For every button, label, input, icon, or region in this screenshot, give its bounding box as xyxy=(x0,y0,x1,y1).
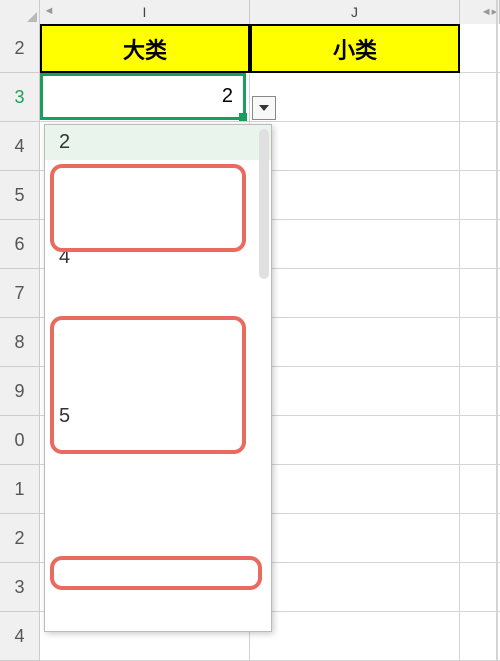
row-header[interactable]: 1 xyxy=(0,465,40,514)
header-cell-subcategory[interactable]: 小类 xyxy=(250,24,460,73)
column-header-J[interactable]: J xyxy=(250,0,460,24)
column-header-I[interactable]: I xyxy=(40,0,250,24)
cell[interactable] xyxy=(250,563,460,612)
row-header[interactable]: 6 xyxy=(0,220,40,269)
row-header[interactable]: 4 xyxy=(0,122,40,171)
row-header[interactable]: 4 xyxy=(0,612,40,661)
table-row: 2 大类 小类 xyxy=(0,24,500,73)
cell[interactable] xyxy=(460,563,500,612)
cell[interactable] xyxy=(250,465,460,514)
dropdown-item[interactable] xyxy=(45,275,271,287)
dropdown-item[interactable] xyxy=(45,287,271,299)
scrollbar[interactable] xyxy=(259,129,269,279)
spreadsheet: I J ◄ ◄▸ 2 大类 小类 3 4 5 xyxy=(0,0,500,660)
active-cell[interactable]: 2 xyxy=(40,73,246,120)
cell[interactable] xyxy=(460,318,500,367)
dropdown-item[interactable]: 4 xyxy=(45,240,271,275)
row-header[interactable]: 5 xyxy=(0,171,40,220)
cell[interactable] xyxy=(460,269,500,318)
dropdown-item[interactable]: 5 xyxy=(45,399,271,434)
row-header[interactable]: 2 xyxy=(0,514,40,563)
cell[interactable] xyxy=(460,171,500,220)
dropdown-item[interactable] xyxy=(45,299,271,311)
row-header[interactable]: 0 xyxy=(0,416,40,465)
cell[interactable] xyxy=(250,367,460,416)
cell[interactable] xyxy=(250,73,460,122)
row-header[interactable]: 8 xyxy=(0,318,40,367)
row-header[interactable]: 9 xyxy=(0,367,40,416)
nav-left-icon[interactable]: ◄ xyxy=(42,2,56,20)
row-header[interactable]: 2 xyxy=(0,24,40,73)
cell[interactable] xyxy=(250,269,460,318)
corner-triangle-icon xyxy=(27,12,37,22)
nav-right-icon[interactable]: ◄▸ xyxy=(482,2,496,20)
select-all-corner[interactable] xyxy=(0,0,40,24)
cell[interactable] xyxy=(250,612,460,661)
fill-handle[interactable] xyxy=(239,113,247,121)
cell[interactable] xyxy=(460,612,500,661)
dropdown-list[interactable]: 2 4 5 xyxy=(44,124,272,632)
column-headers: I J xyxy=(0,0,500,24)
dropdown-item[interactable]: 2 xyxy=(45,125,271,160)
cell[interactable] xyxy=(250,514,460,563)
cell[interactable] xyxy=(460,73,500,122)
dropdown-button[interactable] xyxy=(252,96,276,120)
cell[interactable] xyxy=(460,465,500,514)
chevron-down-icon xyxy=(259,105,269,111)
cell[interactable] xyxy=(460,24,500,73)
cell[interactable] xyxy=(250,220,460,269)
cell[interactable] xyxy=(460,416,500,465)
cell[interactable] xyxy=(460,514,500,563)
row-header[interactable]: 7 xyxy=(0,269,40,318)
cell[interactable] xyxy=(250,122,460,171)
right-edge xyxy=(496,0,500,660)
header-cell-category[interactable]: 大类 xyxy=(40,24,250,73)
cell[interactable] xyxy=(250,416,460,465)
cell[interactable] xyxy=(460,220,500,269)
dropdown-item[interactable] xyxy=(45,160,271,172)
dropdown-item[interactable] xyxy=(45,434,271,446)
row-header[interactable]: 3 xyxy=(0,73,40,122)
active-cell-value: 2 xyxy=(222,85,233,108)
cell[interactable] xyxy=(250,318,460,367)
cell[interactable] xyxy=(460,367,500,416)
row-header[interactable]: 3 xyxy=(0,563,40,612)
cell[interactable] xyxy=(250,171,460,220)
cell[interactable] xyxy=(460,122,500,171)
dropdown-item[interactable] xyxy=(45,172,271,184)
